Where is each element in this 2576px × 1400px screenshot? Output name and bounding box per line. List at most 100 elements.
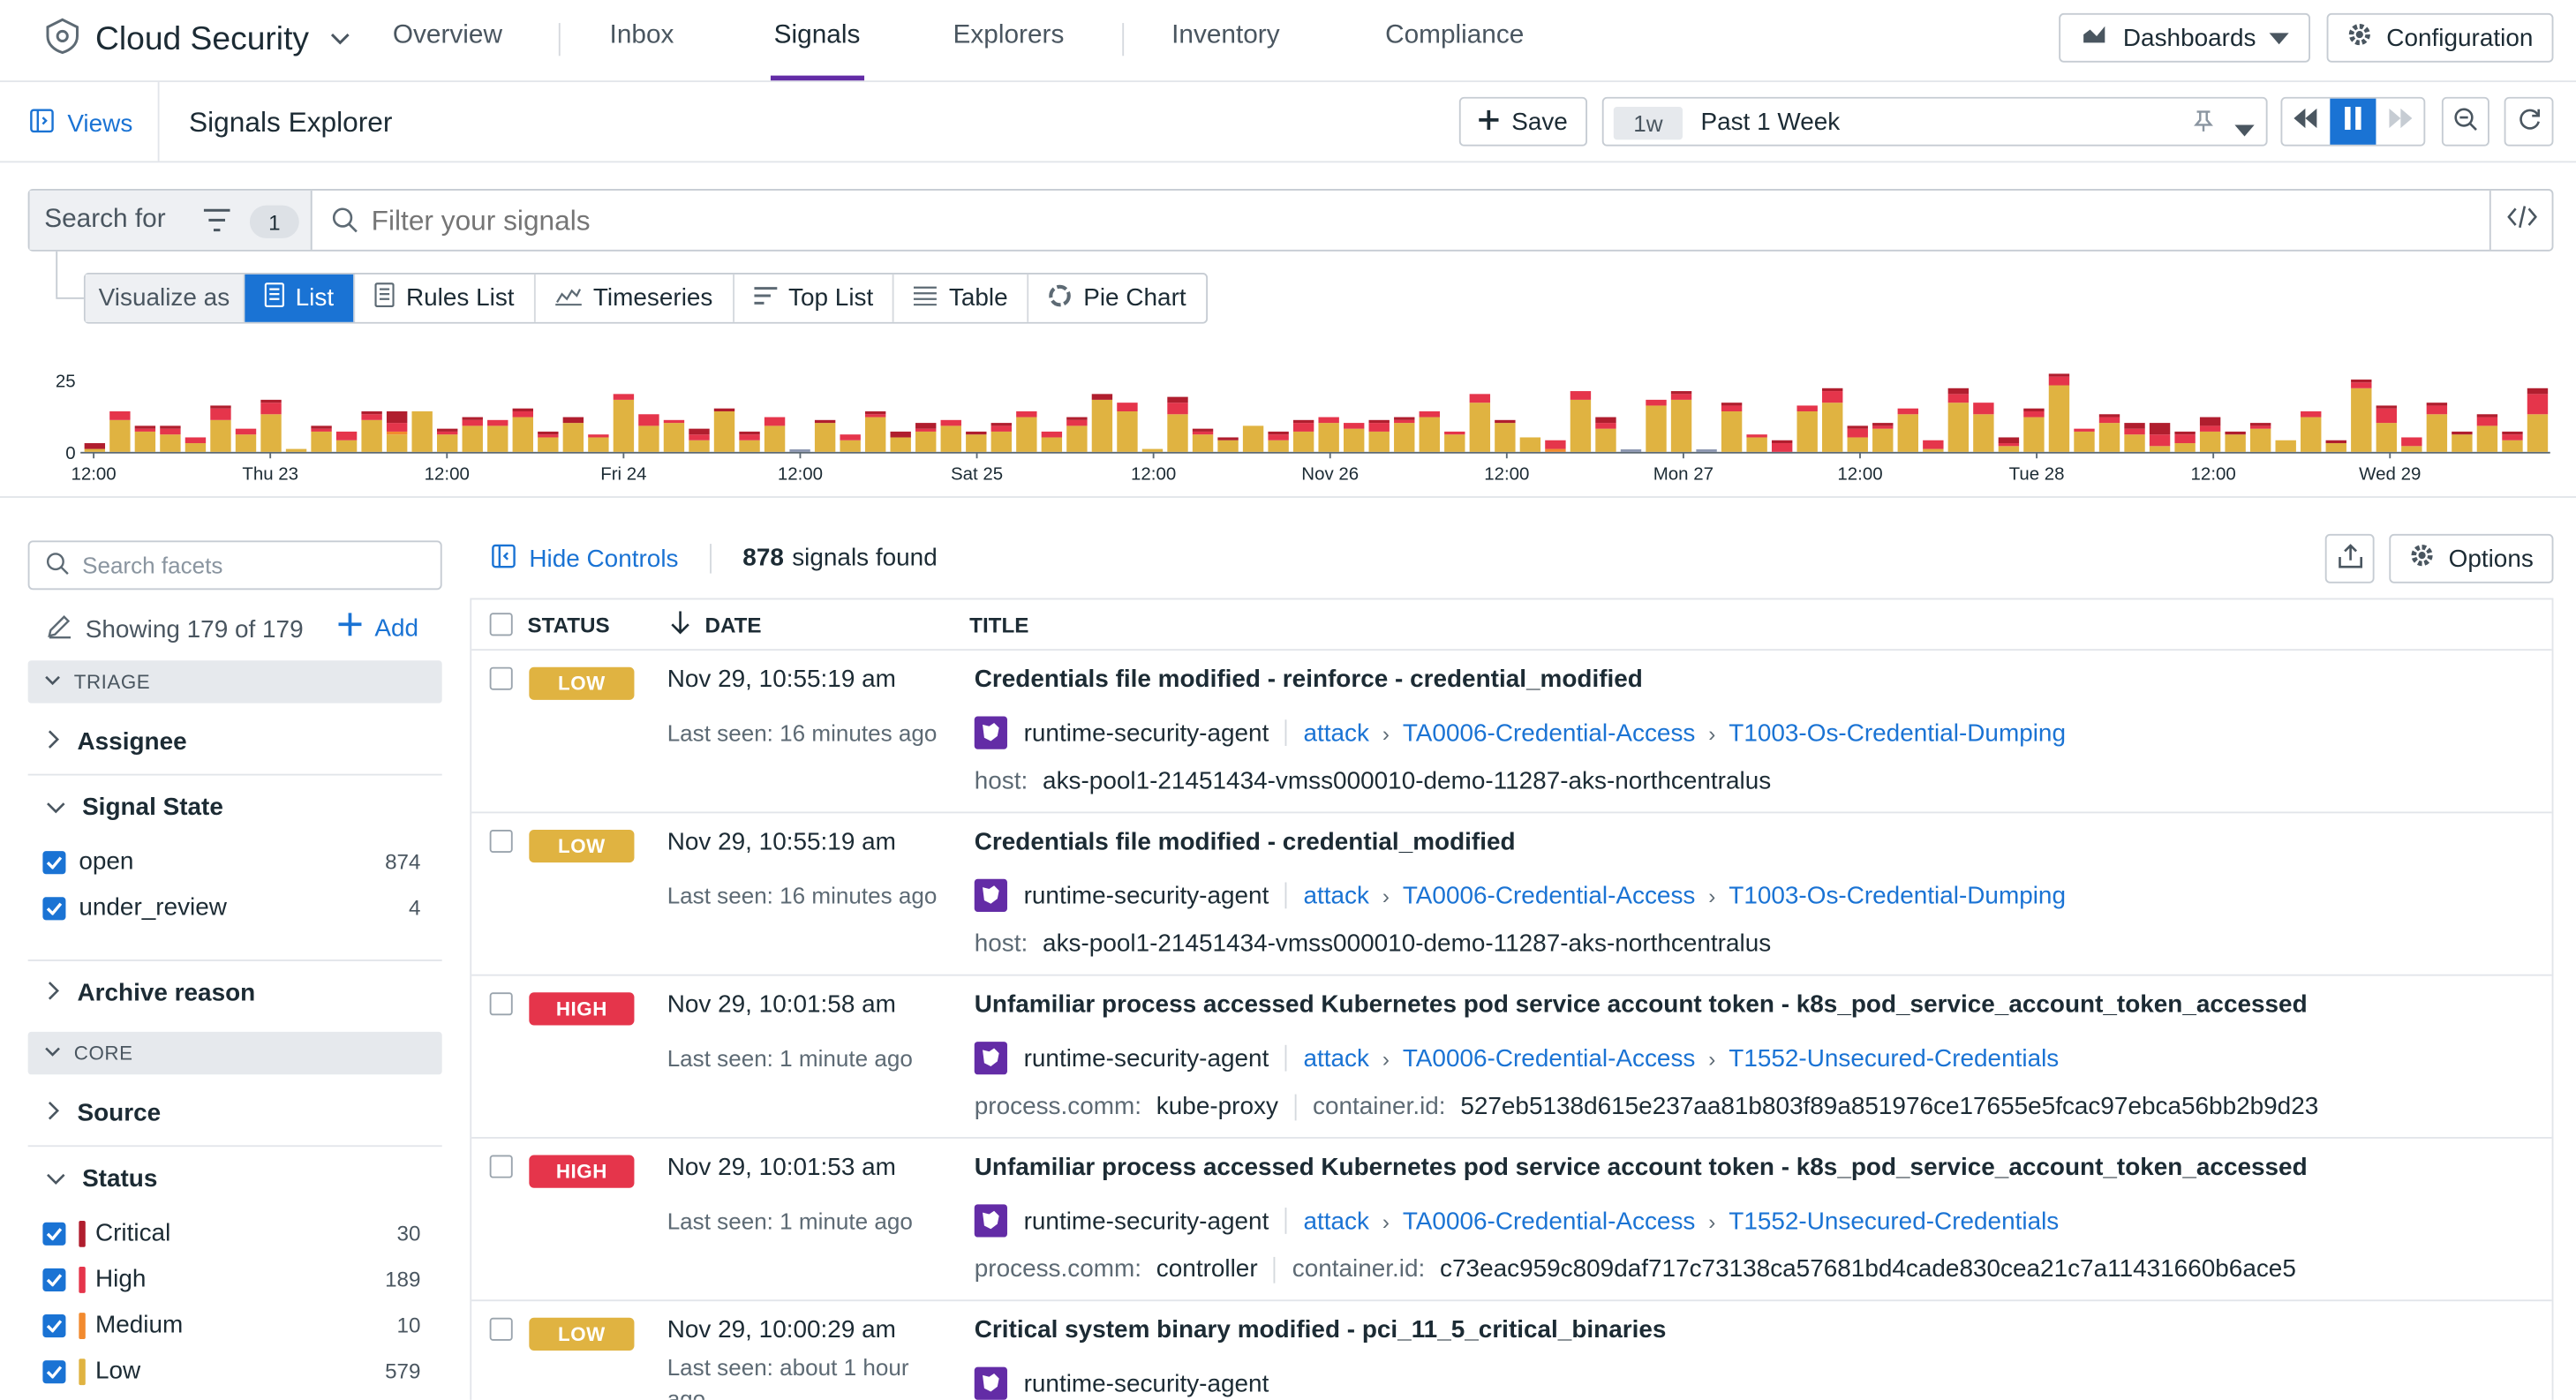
histogram-bar-segment[interactable] bbox=[311, 425, 332, 429]
pause-button[interactable] bbox=[2329, 98, 2377, 145]
histogram-bar-segment[interactable] bbox=[1796, 405, 1818, 411]
histogram-bar-segment[interactable] bbox=[1947, 403, 1970, 452]
histogram-bar-segment[interactable] bbox=[990, 425, 1013, 432]
histogram-bar-segment[interactable] bbox=[2301, 410, 2322, 418]
facet-archive-reason[interactable]: Archive reason bbox=[46, 979, 255, 1007]
signal-title[interactable]: Credentials file modified - reinforce - … bbox=[975, 666, 1643, 694]
facet-source[interactable]: Source bbox=[46, 1099, 161, 1127]
checkbox-checked[interactable] bbox=[42, 850, 66, 874]
options-button[interactable]: Options bbox=[2389, 533, 2554, 583]
views-toggle[interactable]: Views bbox=[30, 109, 132, 139]
histogram-bar-segment[interactable] bbox=[2149, 434, 2171, 447]
histogram-bar-segment[interactable] bbox=[2124, 423, 2145, 429]
histogram-bar-segment[interactable] bbox=[285, 448, 307, 452]
histogram-bar-segment[interactable] bbox=[689, 434, 710, 440]
histogram-bar-segment[interactable] bbox=[2476, 417, 2498, 426]
add-facet-button[interactable]: Add bbox=[338, 613, 418, 643]
checkbox-checked[interactable] bbox=[42, 1267, 66, 1291]
histogram-bar-segment[interactable] bbox=[1066, 419, 1088, 426]
histogram-bar-segment[interactable] bbox=[1847, 425, 1868, 429]
histogram-bar-segment[interactable] bbox=[1016, 410, 1037, 418]
column-header-title[interactable]: TITLE bbox=[969, 613, 1028, 637]
histogram-bar-segment[interactable] bbox=[1368, 419, 1390, 424]
tab-overview[interactable]: Overview bbox=[393, 21, 502, 51]
histogram-bar-segment[interactable] bbox=[1670, 394, 1692, 400]
row-checkbox[interactable] bbox=[489, 992, 513, 1016]
histogram-bar-segment[interactable] bbox=[1570, 391, 1592, 400]
histogram-bar-segment[interactable] bbox=[84, 448, 106, 452]
histogram-bar-segment[interactable] bbox=[1897, 408, 1918, 415]
histogram-bar-segment[interactable] bbox=[1771, 443, 1793, 452]
histogram-bar-segment[interactable] bbox=[1872, 423, 1894, 426]
histogram-bar-segment[interactable] bbox=[134, 425, 156, 429]
pin-icon[interactable] bbox=[2192, 110, 2215, 141]
histogram-bar-segment[interactable] bbox=[335, 431, 358, 440]
histogram-bar-segment[interactable] bbox=[437, 428, 458, 432]
signal-source[interactable]: runtime-security-agent bbox=[1024, 1044, 1269, 1073]
checkbox-checked[interactable] bbox=[42, 896, 66, 920]
histogram-bar-segment[interactable] bbox=[1091, 399, 1113, 452]
histogram-bar-segment[interactable] bbox=[462, 419, 483, 426]
facet-group-core[interactable]: CORE bbox=[27, 1031, 442, 1075]
histogram-bar-segment[interactable] bbox=[160, 428, 181, 435]
histogram-bar-segment[interactable] bbox=[185, 437, 207, 444]
tactic-link[interactable]: TA0006-Credential-Access bbox=[1403, 1207, 1696, 1235]
histogram-bar-segment[interactable] bbox=[1167, 414, 1188, 452]
histogram-bar-segment[interactable] bbox=[1091, 394, 1113, 400]
histogram-bar-segment[interactable] bbox=[840, 434, 861, 440]
histogram-bar-segment[interactable] bbox=[1394, 419, 1415, 424]
histogram-bar-segment[interactable] bbox=[1167, 396, 1188, 403]
histogram-bar-segment[interactable] bbox=[512, 408, 533, 411]
histogram-bar-segment[interactable] bbox=[1117, 403, 1138, 411]
histogram-bar-segment[interactable] bbox=[2023, 417, 2045, 452]
histogram-bar-segment[interactable] bbox=[2199, 431, 2221, 452]
signal-title[interactable]: Unfamiliar process accessed Kubernetes p… bbox=[975, 1154, 2308, 1182]
histogram-bar-segment[interactable] bbox=[1495, 423, 1516, 452]
histogram-bar-segment[interactable] bbox=[1721, 410, 1743, 452]
histogram-bar-segment[interactable] bbox=[84, 443, 106, 449]
histogram-bar-segment[interactable] bbox=[2502, 440, 2523, 452]
histogram-bar-segment[interactable] bbox=[1822, 403, 1843, 452]
histogram-bar-segment[interactable] bbox=[411, 410, 433, 452]
histogram-bar-segment[interactable] bbox=[2325, 443, 2346, 452]
refresh-button[interactable] bbox=[2504, 96, 2554, 147]
histogram-bar-segment[interactable] bbox=[1117, 410, 1138, 452]
histogram-bar-segment[interactable] bbox=[512, 417, 533, 452]
histogram-bar-segment[interactable] bbox=[814, 419, 836, 424]
signal-row[interactable]: HIGH Nov 29, 10:01:53 am Last seen: 1 mi… bbox=[471, 1137, 2552, 1302]
histogram-bar-segment[interactable] bbox=[361, 414, 382, 420]
histogram-bar-segment[interactable] bbox=[1947, 388, 1970, 395]
histogram-bar-segment[interactable] bbox=[2225, 431, 2246, 435]
histogram-bar-segment[interactable] bbox=[2023, 410, 2045, 418]
histogram-bar-segment[interactable] bbox=[1721, 405, 1743, 411]
histogram-bar-segment[interactable] bbox=[1519, 437, 1541, 452]
histogram-bar-segment[interactable] bbox=[160, 425, 181, 429]
histogram-bar-segment[interactable] bbox=[990, 431, 1013, 452]
histogram-bar-segment[interactable] bbox=[2074, 428, 2095, 432]
histogram-bar-segment[interactable] bbox=[260, 399, 282, 403]
signal-row[interactable]: HIGH Nov 29, 10:01:58 am Last seen: 1 mi… bbox=[471, 975, 2552, 1139]
histogram-bar-segment[interactable] bbox=[185, 443, 207, 452]
histogram-bar-segment[interactable] bbox=[1419, 410, 1440, 418]
histogram-bar-segment[interactable] bbox=[966, 434, 987, 452]
histogram-bar-segment[interactable] bbox=[2502, 431, 2523, 435]
histogram-bar-segment[interactable] bbox=[890, 437, 911, 452]
meta-value[interactable]: c73eac959c809daf717c73138ca57681bd4cade8… bbox=[1440, 1255, 2296, 1283]
signal-title[interactable]: Critical system binary modified - pci_11… bbox=[975, 1316, 1667, 1344]
facet-value-open[interactable]: open 874 bbox=[42, 847, 420, 876]
histogram-bar-segment[interactable] bbox=[1242, 425, 1264, 452]
signal-title[interactable]: Credentials file modified - credential_m… bbox=[975, 828, 1516, 856]
tactic-type-link[interactable]: attack bbox=[1303, 1044, 1369, 1073]
histogram-bar-segment[interactable] bbox=[1746, 434, 1767, 438]
histogram-bar-segment[interactable] bbox=[1746, 437, 1767, 452]
histogram-bar-segment[interactable] bbox=[713, 410, 735, 452]
histogram-bar-segment[interactable] bbox=[2325, 440, 2346, 444]
histogram-bar-segment[interactable] bbox=[2048, 373, 2070, 377]
histogram-bar-segment[interactable] bbox=[2426, 403, 2448, 406]
signal-title[interactable]: Unfamiliar process accessed Kubernetes p… bbox=[975, 990, 2308, 1019]
histogram-bar-segment[interactable] bbox=[1973, 414, 1994, 452]
histogram-bar-segment[interactable] bbox=[2124, 428, 2145, 435]
meta-value[interactable]: kube-proxy bbox=[1156, 1093, 1278, 1121]
histogram-bar-segment[interactable] bbox=[613, 399, 635, 452]
histogram-bar-segment[interactable] bbox=[1167, 403, 1188, 415]
